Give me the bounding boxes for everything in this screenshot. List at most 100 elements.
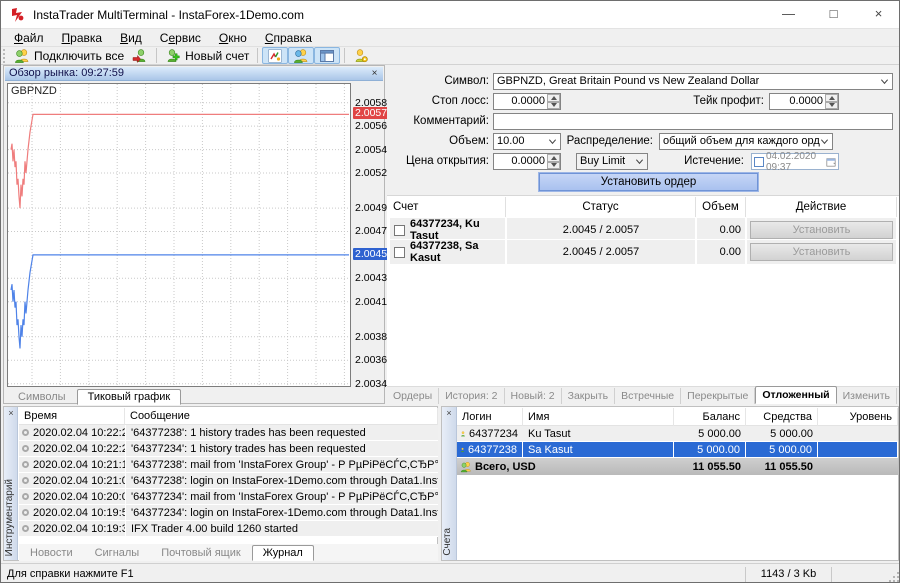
tab-symbols[interactable]: Символы [7, 389, 77, 405]
openprice-stepper[interactable]: 0.0000 [493, 153, 561, 170]
symbol-select[interactable]: GBPNZD, Great Britain Pound vs New Zeala… [493, 73, 893, 90]
journal-row[interactable]: 2020.02.04 10:22:2...'64377238': 1 histo… [19, 425, 438, 441]
accounts-col-name[interactable]: Имя [523, 408, 674, 426]
menu-edit[interactable]: Правка [53, 30, 112, 47]
accounts-col-login[interactable]: Логин [457, 408, 523, 426]
new-account-button[interactable]: Новый счет [161, 47, 253, 64]
log-bullet-icon [22, 477, 29, 484]
accounts-panel: × Счета Логин Имя Баланс Средства Уровен… [441, 406, 899, 561]
tab-journal[interactable]: Журнал [252, 545, 314, 561]
takeprofit-up-icon[interactable] [825, 94, 838, 102]
accounts-col-level[interactable]: Уровень [818, 408, 898, 426]
chevron-down-icon [880, 77, 889, 86]
order-col-status[interactable]: Статус [506, 197, 696, 218]
openprice-up-icon[interactable] [547, 154, 560, 162]
tab-tick-chart[interactable]: Тиковый график [77, 389, 182, 405]
price-tick-label: 2.0049 [355, 202, 387, 214]
menu-service[interactable]: Сервис [151, 30, 210, 47]
accounts-col-balance[interactable]: Баланс [674, 408, 746, 426]
order-row-checkbox[interactable] [394, 225, 405, 236]
menu-window[interactable]: Окно [210, 30, 256, 47]
journal-col-time[interactable]: Время [19, 408, 125, 425]
status-divider [831, 567, 832, 582]
order-col-account[interactable]: Счет [389, 197, 506, 218]
calendar-icon[interactable] [826, 157, 836, 167]
openprice-down-icon[interactable] [547, 162, 560, 170]
stoploss-stepper[interactable]: 0.0000 [493, 93, 561, 110]
chevron-down-icon [820, 137, 829, 146]
account-settings-button[interactable] [349, 47, 373, 64]
order-table: Счет Статус Объем Действие 64377234, Ku … [389, 197, 897, 261]
order-row[interactable]: 64377234, Ku Tasut 2.0045 / 2.0057 0.00 … [389, 217, 897, 239]
expiration-checkbox[interactable] [754, 157, 764, 167]
set-order-button-disabled[interactable]: Установить [750, 221, 893, 239]
tab-mailbox[interactable]: Почтовый ящик [150, 545, 251, 561]
menu-file[interactable]: Файл [5, 30, 53, 47]
journal-col-message[interactable]: Сообщение [125, 408, 438, 425]
tab-new[interactable]: Новый: 2 [505, 388, 562, 404]
order-row-checkbox[interactable] [394, 247, 405, 258]
tab-modify[interactable]: Изменить [837, 388, 897, 404]
menu-help[interactable]: Справка [256, 30, 321, 47]
set-order-button-disabled[interactable]: Установить [750, 243, 893, 261]
toolbar-grip[interactable] [3, 49, 8, 63]
tab-close[interactable]: Закрыть [562, 388, 615, 404]
close-button[interactable]: × [856, 1, 900, 29]
comment-field[interactable] [493, 113, 893, 130]
disconnect-all-button[interactable] [128, 47, 152, 64]
tab-overlapped[interactable]: Перекрытые [681, 388, 755, 404]
log-bullet-icon [22, 509, 29, 516]
order-row[interactable]: 64377238, Sa Kasut 2.0045 / 2.0057 0.00 … [389, 239, 897, 261]
minimize-button[interactable]: — [766, 1, 811, 29]
tab-news[interactable]: Новости [19, 545, 84, 561]
price-tick-label: 2.0056 [355, 120, 387, 132]
stoploss-down-icon[interactable] [547, 102, 560, 110]
comment-label: Комментарий: [389, 113, 489, 129]
accounts-side-label: Счета [442, 528, 456, 556]
maximize-button[interactable]: □ [811, 1, 856, 29]
tab-orders[interactable]: Ордеры [387, 388, 439, 404]
toggle-accounts-button[interactable] [288, 47, 314, 64]
market-overview-titlebar[interactable]: Обзор рынка: 09:27:59 × [5, 67, 383, 81]
resize-grip[interactable] [889, 572, 899, 582]
place-order-button[interactable]: Установить ордер [539, 173, 758, 191]
account-row[interactable]: 64377234 Ku Tasut 5 000.00 5 000.00 [457, 426, 898, 442]
status-help-text: Для справки нажмите F1 [7, 564, 134, 583]
toggle-toolbox-button[interactable] [314, 47, 340, 64]
tick-chart[interactable]: GBPNZD [7, 83, 351, 387]
journal-row[interactable]: 2020.02.04 10:21:0...'64377238': login o… [19, 473, 438, 489]
tab-signals[interactable]: Сигналы [84, 545, 151, 561]
order-type-select[interactable]: Buy Limit [576, 153, 648, 170]
journal-row[interactable]: 2020.02.04 10:19:5...'64377234': login o… [19, 505, 438, 521]
takeprofit-down-icon[interactable] [825, 102, 838, 110]
volume-select[interactable]: 10.00 [493, 133, 561, 150]
tab-history[interactable]: История: 2 [439, 388, 504, 404]
market-overview-close-icon[interactable]: × [369, 68, 380, 80]
journal-row[interactable]: 2020.02.04 10:19:3...IFX Trader 4.00 bui… [19, 521, 438, 537]
journal-row[interactable]: 2020.02.04 10:20:0...'64377234': mail fr… [19, 489, 438, 505]
toolbar-separator [257, 48, 258, 63]
order-col-action[interactable]: Действие [746, 197, 897, 218]
order-col-volume[interactable]: Объем [696, 197, 746, 218]
connect-all-button[interactable]: Подключить все [10, 47, 128, 64]
toolbox-side-strip: × Инструментарий [4, 407, 18, 560]
stoploss-up-icon[interactable] [547, 94, 560, 102]
account-row-selected[interactable]: 64377238 Sa Kasut 5 000.00 5 000.00 [457, 442, 898, 458]
menu-view[interactable]: Вид [111, 30, 151, 47]
price-axis: 2.00582.00562.00542.00522.00492.00472.00… [353, 83, 385, 387]
symbol-label: Символ: [389, 73, 489, 89]
expiration-datetime-picker[interactable]: 04.02.2020 09:37 [751, 153, 839, 170]
accounts-close-icon[interactable]: × [444, 409, 454, 419]
tab-counter[interactable]: Встречные [615, 388, 681, 404]
distribution-select[interactable]: общий объем для каждого ордера [659, 133, 833, 150]
order-panel: Символ: GBPNZD, Great Britain Pound vs N… [387, 65, 899, 404]
journal-row[interactable]: 2020.02.04 10:22:2...'64377234': 1 histo… [19, 441, 438, 457]
takeprofit-stepper[interactable]: 0.0000 [769, 93, 839, 110]
toolbox-close-icon[interactable]: × [6, 409, 16, 419]
journal-row[interactable]: 2020.02.04 10:21:1...'64377238': mail fr… [19, 457, 438, 473]
toggle-market-watch-button[interactable] [262, 47, 288, 64]
log-bullet-icon [22, 525, 29, 532]
log-bullet-icon [22, 461, 29, 468]
accounts-col-equity[interactable]: Средства [746, 408, 818, 426]
tab-pending[interactable]: Отложенный [755, 386, 836, 404]
